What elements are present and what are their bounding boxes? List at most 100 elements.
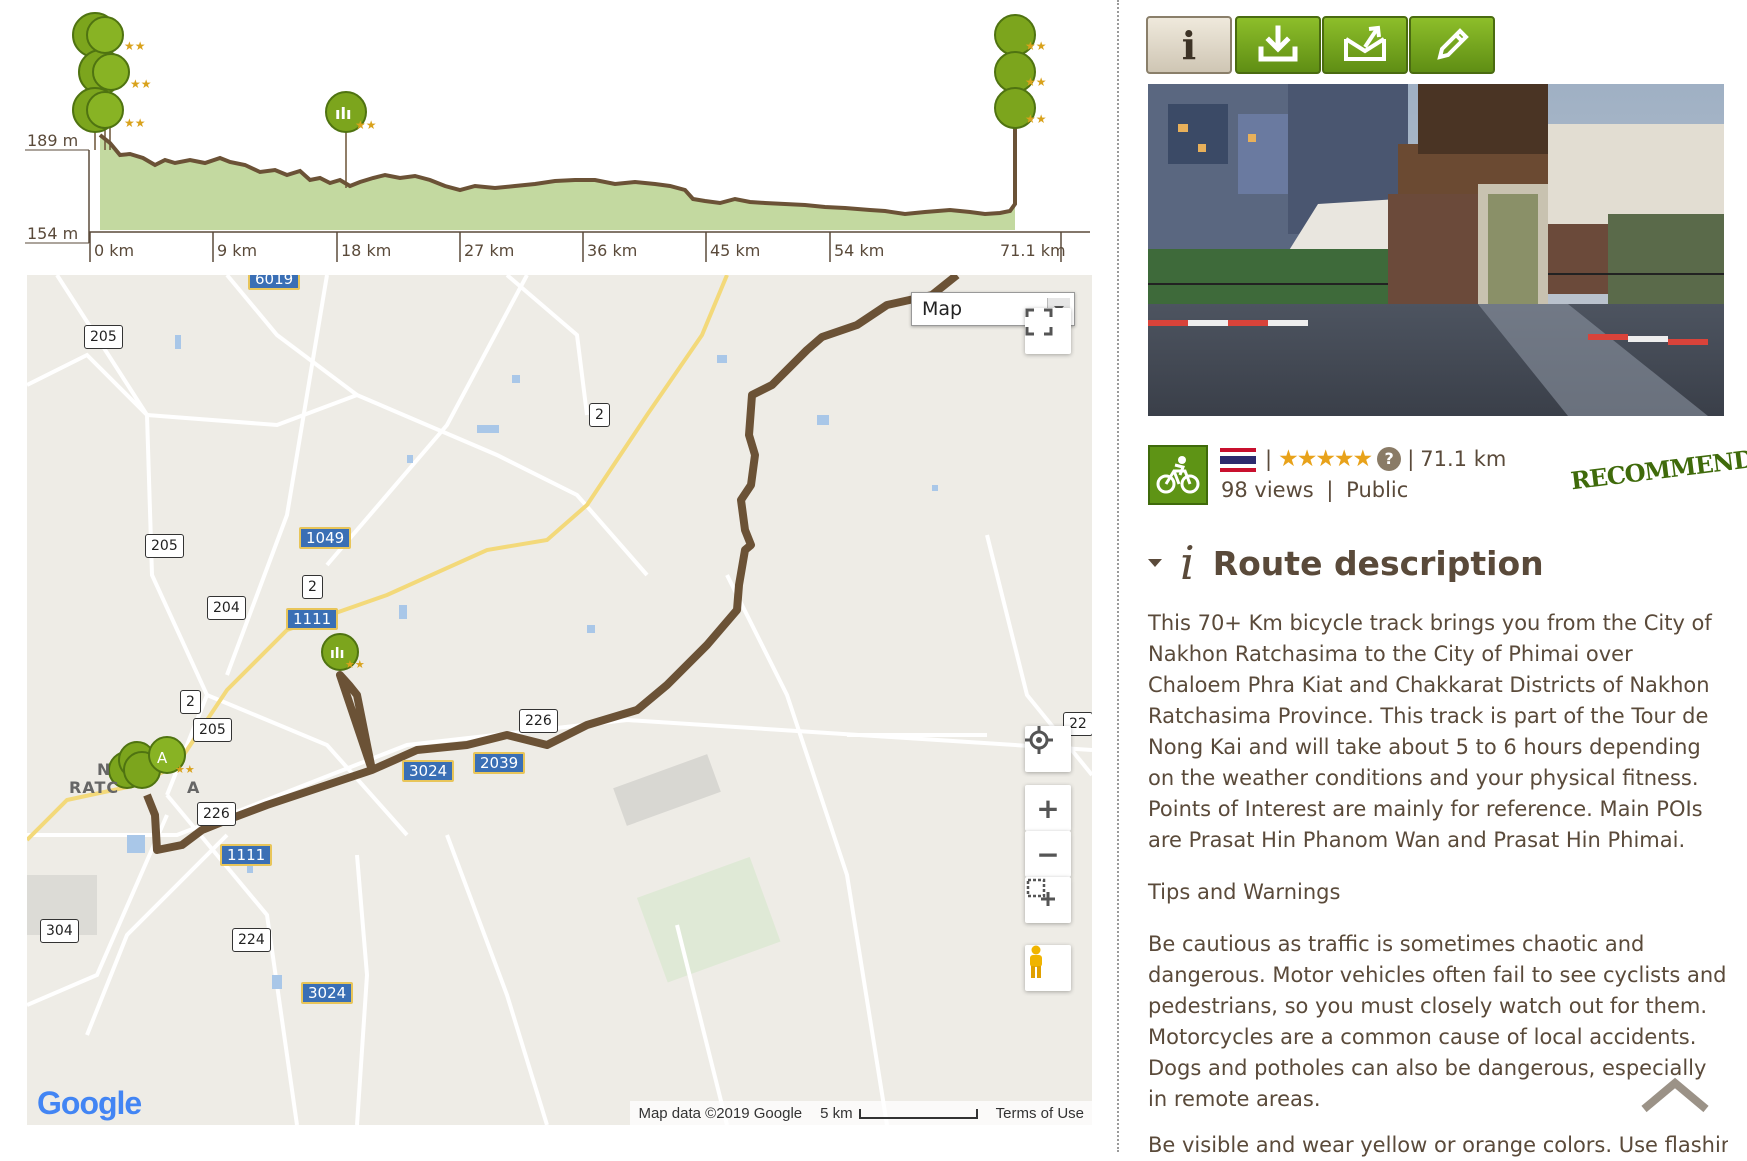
km-label: 0 km	[94, 241, 134, 260]
plus-icon: +	[1036, 791, 1060, 825]
separator: |	[1265, 447, 1273, 471]
description-paragraph: This 70+ Km bicycle track brings you fro…	[1148, 611, 1712, 852]
svg-text:★★: ★★	[124, 39, 146, 53]
pencil-icon	[1437, 28, 1469, 60]
map-attribution[interactable]: Map data ©2019 Google	[638, 1105, 802, 1122]
road-shield: 3024	[301, 982, 354, 1004]
info-icon: i	[1181, 22, 1197, 68]
svg-text:ılı: ılı	[335, 104, 351, 123]
route-description-header[interactable]: i Route description	[1148, 538, 1544, 588]
section-title: Route description	[1212, 543, 1544, 583]
road-shield: 205	[84, 325, 123, 349]
crosshair-icon	[1025, 726, 1053, 754]
km-label: 9 km	[217, 241, 257, 260]
map-footer: Map data ©2019 Google 5 km Terms of Use	[630, 1101, 1092, 1125]
road-shield: 304	[40, 919, 79, 943]
route-meta: 98 views | Public	[1221, 478, 1408, 502]
visibility-paragraph: Be visible and wear yellow or orange col…	[1148, 1133, 1728, 1157]
road-shield: 2	[302, 575, 323, 599]
visibility-status: Public	[1346, 478, 1409, 502]
poi-pin-end[interactable]: ★★ ★★ ★★	[994, 14, 1047, 129]
km-label: 27 km	[464, 241, 514, 260]
route-distance: 71.1 km	[1420, 447, 1507, 471]
tips-heading: Tips and Warnings	[1148, 880, 1341, 904]
road-shield: 1111	[220, 844, 273, 866]
road-shield: 226	[197, 802, 236, 826]
bicycle-icon	[1156, 456, 1200, 494]
activity-type-badge	[1148, 445, 1208, 505]
svg-text:★★: ★★	[175, 763, 195, 776]
google-logo: Google	[37, 1085, 142, 1121]
place-label: N	[97, 760, 112, 779]
svg-text:A: A	[157, 749, 168, 767]
recommended-stamp: RECOMMENDED	[1569, 439, 1747, 496]
download-icon	[1258, 25, 1298, 62]
info-italic-icon: i	[1180, 536, 1195, 590]
map-scale-label: 5 km	[820, 1104, 853, 1122]
elevation-profile: 189 m 154 m 0 km 9 km 18 km 27 km 36 km …	[25, 0, 1090, 268]
fullscreen-button[interactable]	[1025, 308, 1071, 354]
scroll-to-top-icon[interactable]	[1640, 1075, 1710, 1115]
svg-text:★★: ★★	[124, 116, 146, 130]
map-type-label: Map	[922, 298, 963, 320]
svg-text:★★: ★★	[345, 658, 365, 671]
pegman-icon	[1030, 945, 1042, 978]
elev-label-max: 189 m	[27, 131, 78, 150]
road-shield: 224	[232, 928, 271, 952]
place-label: RATC	[69, 778, 120, 797]
road-shield: 204	[207, 596, 246, 620]
km-label: 36 km	[587, 241, 637, 260]
place-label: A	[187, 778, 201, 797]
svg-text:ılı: ılı	[330, 646, 344, 662]
poi-pin-temple[interactable]: ılı ★★	[325, 91, 377, 188]
route-photo[interactable]	[1148, 84, 1724, 416]
separator: |	[1407, 447, 1415, 471]
road-shield: 1111	[286, 608, 339, 630]
svg-text:★★: ★★	[1025, 39, 1047, 53]
elev-label-min: 154 m	[27, 224, 78, 243]
map-poi-temple[interactable]: ılı ★★	[321, 633, 365, 671]
zoom-in-button[interactable]: +	[1025, 785, 1071, 831]
my-location-button[interactable]	[1025, 726, 1071, 772]
route-map[interactable]: ılı ★★ A ★★ 6019 1049 1111 3024 2039 111…	[27, 275, 1092, 1125]
km-label: 45 km	[710, 241, 760, 260]
road-shield: 2039	[473, 752, 526, 774]
km-label: 18 km	[341, 241, 391, 260]
map-scale[interactable]: 5 km	[820, 1105, 978, 1122]
send-to-device-button[interactable]	[1322, 16, 1408, 74]
svg-text:★★: ★★	[355, 118, 377, 132]
send-icon	[1344, 25, 1386, 61]
road-shield: 2	[180, 690, 201, 714]
minus-icon: −	[1036, 837, 1060, 871]
rating-stars[interactable]: ★★★★★	[1278, 446, 1373, 472]
view-count: 98 views	[1221, 478, 1314, 502]
area-select-button[interactable]	[1025, 877, 1071, 923]
zoom-out-button[interactable]: −	[1025, 831, 1071, 877]
column-divider	[1117, 0, 1119, 1152]
svg-text:★★: ★★	[1025, 75, 1047, 89]
info-button[interactable]: i	[1146, 16, 1232, 74]
help-icon[interactable]: ?	[1377, 447, 1402, 471]
road-shield: 1049	[299, 527, 352, 549]
svg-text:★★: ★★	[1025, 112, 1047, 126]
route-sidebar: i | ★★★★★ ? | 71.1 km 98 views | Public …	[1145, 0, 1747, 1157]
area-select-icon	[1026, 878, 1055, 906]
fullscreen-icon	[1025, 308, 1053, 336]
road-shield: 226	[519, 709, 558, 733]
download-button[interactable]	[1235, 16, 1321, 74]
road-shield: 6019	[248, 275, 301, 290]
road-shield: 2	[589, 403, 610, 427]
terms-link[interactable]: Terms of Use	[996, 1105, 1084, 1122]
edit-button[interactable]	[1409, 16, 1495, 74]
route-stats: | ★★★★★ ? | 71.1 km	[1265, 446, 1506, 472]
km-label: 54 km	[834, 241, 884, 260]
street-view-button[interactable]	[1025, 945, 1071, 991]
separator: |	[1326, 478, 1334, 502]
thailand-flag-icon	[1220, 448, 1256, 472]
map-poi-cluster-start[interactable]: A ★★	[108, 736, 195, 789]
scale-bar	[858, 1108, 978, 1119]
km-label: 71.1 km	[1000, 241, 1066, 260]
road-shield: 205	[145, 534, 184, 558]
poi-pin-start[interactable]: ★★ ★★ ★★	[72, 12, 152, 150]
road-shield: 3024	[402, 760, 455, 782]
